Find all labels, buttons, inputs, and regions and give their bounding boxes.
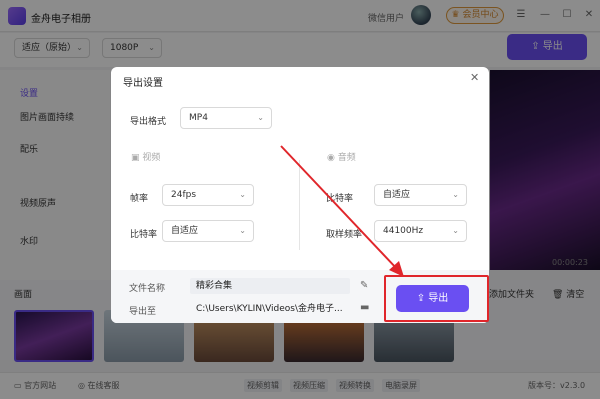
arrow-line <box>280 145 399 271</box>
annotation-arrow <box>280 145 404 277</box>
